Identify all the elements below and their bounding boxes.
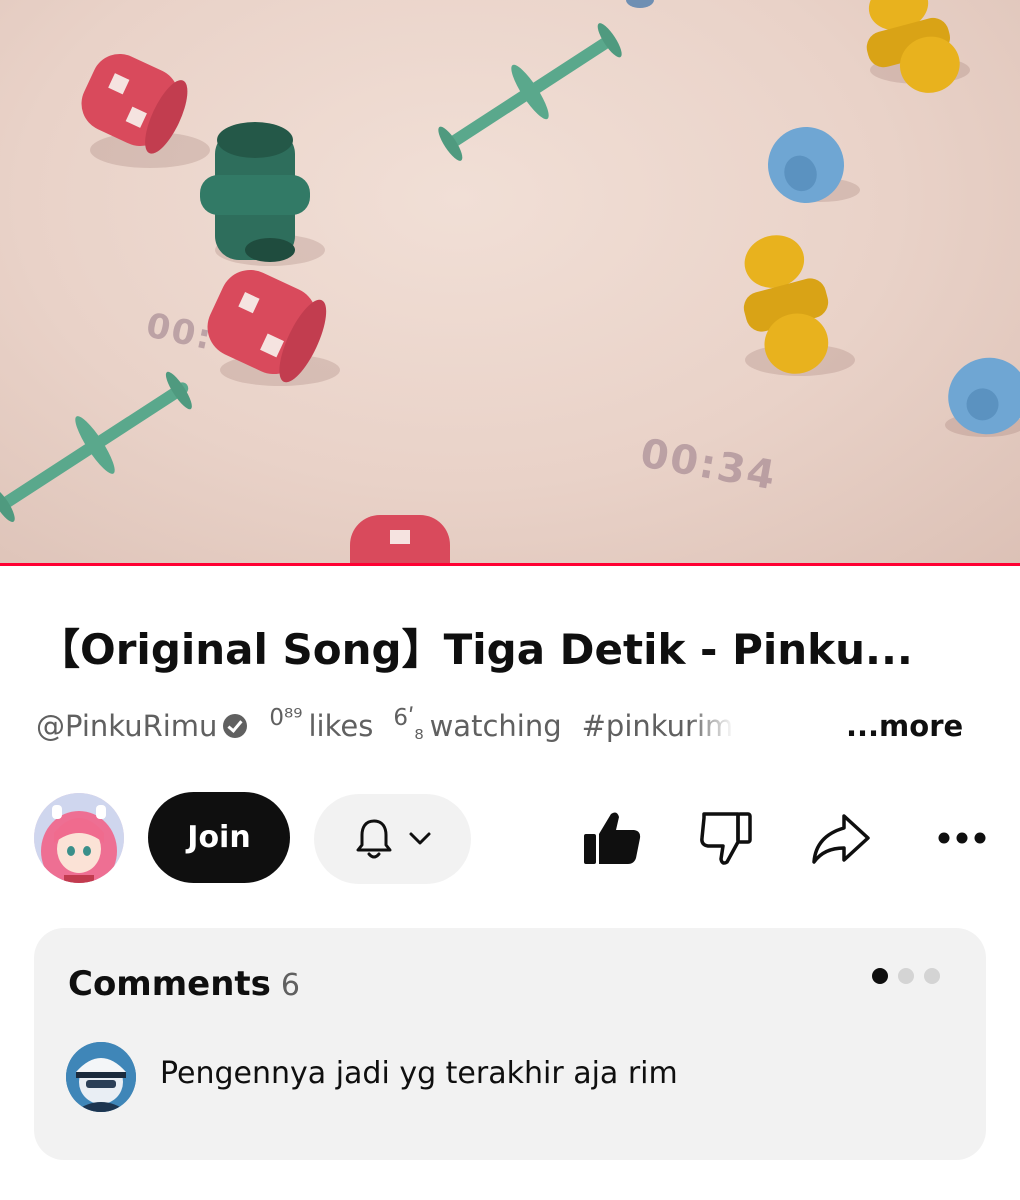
chevron-down-icon bbox=[409, 832, 430, 845]
likes-label: likes bbox=[308, 709, 374, 743]
thumbs-down-icon bbox=[700, 812, 752, 865]
hashtag-link[interactable]: #pinkurimu bbox=[582, 709, 734, 743]
comments-card[interactable]: Comments 6 Pengennya jadi yg terakhir aja… bbox=[34, 928, 986, 1160]
share-icon bbox=[812, 814, 870, 864]
carousel-dot[interactable] bbox=[898, 968, 914, 984]
commenter-avatar[interactable] bbox=[66, 1042, 136, 1112]
watching-count-ticker: 6ʹ₈ bbox=[393, 705, 423, 745]
carousel-dot[interactable] bbox=[924, 968, 940, 984]
share-button[interactable] bbox=[808, 806, 872, 870]
thumbs-up-icon bbox=[584, 812, 641, 864]
dislike-button[interactable] bbox=[694, 806, 758, 870]
comment-text: Pengennya jadi yg terakhir aja rim bbox=[160, 1056, 678, 1091]
join-button[interactable]: Join bbox=[148, 792, 290, 883]
carousel-dot[interactable] bbox=[872, 968, 888, 984]
video-progress-fill bbox=[0, 563, 1020, 566]
channel-avatar[interactable] bbox=[34, 793, 124, 883]
video-player[interactable]: 00:34 00: bbox=[0, 0, 1020, 566]
more-options-button[interactable] bbox=[930, 806, 994, 870]
video-frame-illustration bbox=[0, 0, 1020, 566]
like-button[interactable] bbox=[580, 806, 644, 870]
video-metadata-row[interactable]: @PinkuRimu 0⁸⁹ likes 6ʹ₈ watching #pinku… bbox=[36, 704, 966, 748]
video-title[interactable]: 【Original Song】Tiga Detik - Pinku... bbox=[38, 622, 983, 678]
bell-icon bbox=[356, 819, 391, 859]
channel-avatar-image bbox=[34, 793, 124, 883]
commenter-avatar-image bbox=[66, 1042, 136, 1112]
comments-heading: Comments 6 bbox=[68, 964, 300, 1004]
more-link[interactable]: ...more bbox=[846, 704, 963, 748]
watching-count-ticker-bottom: ₈ bbox=[414, 719, 424, 745]
notification-button[interactable] bbox=[314, 794, 471, 884]
comments-count: 6 bbox=[280, 968, 301, 1003]
watching-label: watching bbox=[429, 709, 562, 743]
likes-count-ticker: 0⁸⁹ bbox=[269, 705, 302, 739]
likes-count-ticker-top: 0⁸⁹ bbox=[269, 705, 303, 731]
video-progress-bar[interactable] bbox=[0, 563, 1020, 566]
verified-badge-icon bbox=[223, 714, 248, 738]
watching-count-ticker-top: 6ʹ bbox=[393, 705, 415, 731]
carousel-dots[interactable] bbox=[872, 968, 940, 984]
comments-heading-label: Comments bbox=[68, 964, 271, 1004]
more-options-icon bbox=[938, 832, 986, 844]
channel-handle[interactable]: @PinkuRimu bbox=[36, 709, 217, 743]
